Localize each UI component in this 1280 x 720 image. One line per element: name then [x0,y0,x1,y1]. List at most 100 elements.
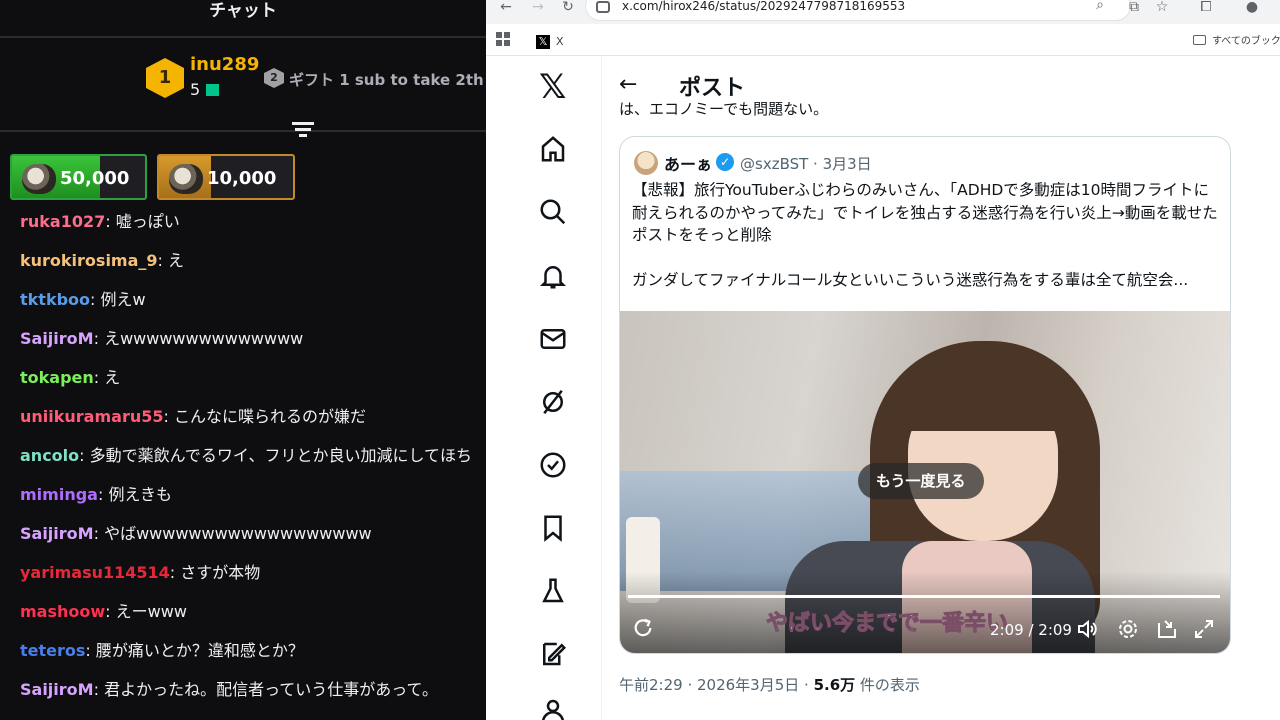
site-info-icon[interactable] [596,1,610,13]
chat-username[interactable]: uniikuramaru55 [20,407,163,426]
bits-amount: 50,000 [60,168,130,189]
browser-window: ← → ↻ x.com/hirox246/status/202924779871… [486,0,1280,720]
divider [0,36,486,38]
chat-text: 例えw [100,290,146,309]
cheer-icon [169,164,203,194]
x-logo-icon[interactable]: 𝕏 [539,70,566,104]
chat-text: えーwww [115,602,187,621]
quoted-handle-date: @sxzBST · 3月3日 [740,155,872,173]
video-time: 2:09 / 2:09 [990,621,1072,639]
url-text: x.com/hirox246/status/202924779871816955… [622,0,906,13]
chat-username[interactable]: mashoow [20,602,105,621]
chat-message: teteros: 腰が痛いとか？違和感とか？ [20,641,304,660]
chat-text: え [104,368,121,387]
replay-icon[interactable] [632,617,654,639]
back-arrow-icon[interactable]: ← [619,72,637,97]
bits-leader-2[interactable]: 10,000 [157,154,295,200]
cheer-icon [22,164,56,194]
chat-text: 君よかったね。配信者っていう仕事があって。 [104,680,438,699]
rank-badge-icon: 1 [146,58,184,98]
post-text: は、エコノミーでも問題ない。 [619,100,829,118]
gift-count: 5 [190,80,220,99]
chat-text: 嘘っぽい [115,212,180,231]
labs-flask-icon[interactable] [538,576,568,606]
chat-username[interactable]: tokapen [20,368,94,387]
back-arrow-icon[interactable]: ← [496,0,516,20]
chat-username[interactable]: yarimasu114514 [20,563,170,582]
folder-icon [1193,35,1206,45]
chat-text: 例えきも [108,485,172,504]
chat-username[interactable]: teteros [20,641,85,660]
chat-username[interactable]: miminga [20,485,98,504]
post-column: ← ポスト は、エコノミーでも問題ない。 あーぁ ✓ @sxzBST · 3月3… [603,56,1280,720]
chat-text: え [168,251,185,270]
chat-message: kurokirosima_9: え [20,251,185,270]
chat-message: yarimasu114514: さすが本物 [20,563,261,582]
chat-username[interactable]: SaijiroM [20,680,94,699]
chat-message: ruka1027: 嘘っぽい [20,212,180,231]
verified-badge-icon: ✓ [716,153,734,171]
chat-username[interactable]: ancolo [20,446,79,465]
quoted-author-name[interactable]: あーぁ [664,151,712,175]
gifter-username: inu289 [190,54,260,75]
chat-username[interactable]: kurokirosima_9 [20,251,158,270]
x-logo-icon: 𝕏 [536,34,550,49]
grok-icon[interactable] [538,387,568,417]
extensions-icon[interactable]: ⧠ [1196,0,1216,20]
chat-text: 多動で薬飲んでるワイ、フリとか良い加減にしてほち [89,446,473,465]
chat-username[interactable]: SaijiroM [20,524,94,543]
quoted-text: 【悲報】旅行YouTuberふじわらのみいさん、「ADHDで多動症は10時間フラ… [632,181,1218,244]
chat-text: さすが本物 [180,563,261,582]
post-metadata: 午前2:29 · 2026年3月5日 · 5.6万 件の表示 [619,676,920,694]
view-count: 5.6万 [813,676,856,694]
chat-text: 腰が痛いとか？違和感とか？ [95,641,304,660]
address-bar[interactable]: x.com/hirox246/status/202924779871816955… [586,0,1130,20]
chat-message: miminga: 例えきも [20,485,172,504]
home-icon[interactable] [538,134,568,164]
zoom-icon[interactable]: ⌕ [1090,0,1110,18]
replay-button[interactable]: もう一度見る [858,463,984,499]
search-icon[interactable] [538,197,568,227]
settings-gear-icon[interactable] [1116,617,1140,641]
chat-username[interactable]: SaijiroM [20,329,94,348]
chat-message: ancolo: 多動で薬飲んでるワイ、フリとか良い加減にしてほち [20,446,473,465]
rank-badge-icon: 2 [264,68,284,88]
reload-icon[interactable]: ↻ [558,0,578,20]
bookmark-x[interactable]: 𝕏X [536,31,564,49]
install-app-icon[interactable]: ⧉ [1124,0,1144,20]
quoted-post[interactable]: あーぁ ✓ @sxzBST · 3月3日 【悲報】旅行YouTuberふじわらの… [619,136,1231,654]
fullscreen-icon[interactable] [1192,617,1216,641]
bookmarks-icon[interactable] [538,513,568,543]
chat-username[interactable]: tktkboo [20,290,90,309]
compose-icon[interactable] [538,639,568,669]
browser-toolbar: ← → ↻ x.com/hirox246/status/202924779871… [486,0,1280,24]
apps-grid-icon[interactable] [496,32,510,46]
bookmark-star-icon[interactable]: ☆ [1152,0,1172,20]
verified-orgs-icon[interactable] [538,450,568,480]
x-sidebar: 𝕏 [486,56,602,720]
chat-username[interactable]: ruka1027 [20,212,105,231]
avatar[interactable] [634,151,658,175]
chat-text: こんなに喋られるのが嫌だ [173,407,366,426]
profile-icon[interactable] [538,696,568,720]
profile-avatar[interactable]: ● [1242,0,1262,20]
all-bookmarks-folder[interactable]: すべてのブックマーク [1193,32,1280,47]
bookmarks-bar: 𝕏X すべてのブックマーク [486,24,1280,56]
divider [0,130,486,132]
pip-icon[interactable] [1155,617,1179,641]
gift-icon [206,84,220,96]
chat-text: えwwwwwwwwwwwwww [104,329,304,348]
volume-icon[interactable] [1076,617,1100,641]
notifications-bell-icon[interactable] [538,261,568,291]
video-player[interactable]: もう一度見る やばい今までで一番辛い 2:09 / 2:09 [620,311,1230,653]
video-caption: やばい今までで一番辛い [765,611,1009,637]
messages-mail-icon[interactable] [538,324,568,354]
video-progress-bar[interactable] [628,595,1220,598]
chat-message: SaijiroM: 君よかったね。配信者っていう仕事があって。 [20,680,438,699]
bits-leader-1[interactable]: 50,000 [10,154,147,200]
collapse-icon[interactable] [292,122,314,142]
chat-message: mashoow: えーwww [20,602,187,621]
forward-arrow-icon[interactable]: → [528,0,548,20]
chat-message: uniikuramaru55: こんなに喋られるのが嫌だ [20,407,366,426]
chat-title: チャット [209,1,277,21]
